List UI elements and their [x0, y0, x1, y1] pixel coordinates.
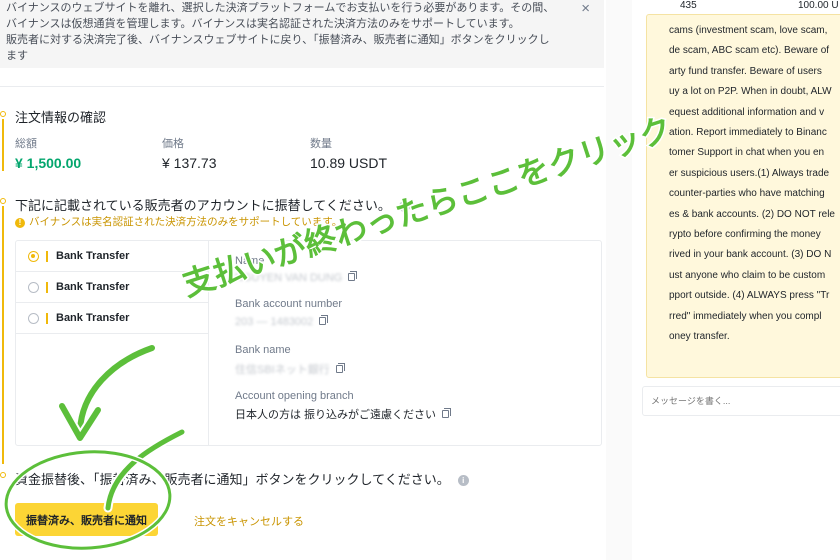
chat-message-line: pport outside. (4) ALWAYS press "Tr	[669, 290, 830, 302]
notice-line: バイナンスは仮想通貨を管理します。バイナンスは実名認証された決済方法のみをサポー…	[6, 18, 520, 30]
chat-panel: 435 100.00 U cams (investment scam, love…	[632, 0, 840, 560]
bank-name-text: 住信SBIネット銀行	[235, 364, 330, 376]
chat-message-line: cams (investment scam, love scam,	[669, 25, 828, 36]
chat-message-bubble: cams (investment scam, love scam, de scam…	[646, 14, 840, 378]
top-value-right: 100.00 U	[798, 0, 839, 11]
notice-line: バイナンスのウェブサイトを離れ、選択した決済プラットフォームでお支払いを行う必要…	[6, 2, 555, 14]
branch-label: Account opening branch	[235, 390, 354, 402]
account-number-text: 203 — 1483002	[235, 316, 314, 328]
chat-top-values: 435 100.00 U	[632, 0, 840, 14]
copy-icon[interactable]	[348, 271, 358, 281]
bank-name-label: Bank name	[235, 344, 291, 356]
step-marker	[0, 472, 6, 478]
chat-message-line: ust anyone who claim to be custom	[669, 269, 826, 281]
chat-message-line: ation. Report immediately to Binanc	[669, 127, 827, 138]
account-number-label: Bank account number	[235, 298, 343, 310]
divider	[0, 86, 604, 87]
payment-method-option[interactable]: Bank Transfer	[16, 272, 208, 303]
payment-method-label: Bank Transfer	[56, 312, 130, 324]
chat-message-line: rypto before confirming the money	[669, 229, 821, 240]
chat-message-line: de scam, ABC scam etc). Beware of	[669, 45, 830, 57]
message-input[interactable]	[642, 386, 840, 416]
order-info-title: 注文情報の確認	[15, 110, 107, 125]
cancel-order-link[interactable]: 注文をキャンセルする	[194, 513, 304, 529]
chat-message-line: tomer Support in chat when you en	[669, 147, 825, 159]
radio-selected-icon[interactable]	[28, 251, 39, 262]
branch-value: 日本人の方は 振り込みがご遠慮ください	[235, 406, 452, 422]
notice-line: ます	[6, 50, 28, 62]
step-connector	[2, 119, 4, 171]
method-accent-bar	[46, 313, 48, 324]
copy-icon[interactable]	[319, 315, 329, 325]
confirm-title-text: 資金振替後、「振替済み、販売者に通知」ボタンをクリックしてください。	[15, 472, 450, 487]
chat-message-line: arty fund transfer. Beware of users	[669, 65, 822, 77]
step-marker	[0, 111, 6, 117]
payment-notice: バイナンスのウェブサイトを離れ、選択した決済プラットフォームでお支払いを行う必要…	[0, 0, 604, 68]
total-value: ¥ 1,500.00	[15, 155, 82, 171]
confirm-title: 資金振替後、「振替済み、販売者に通知」ボタンをクリックしてください。 i	[15, 469, 469, 488]
chat-message-line: oney transfer.	[669, 331, 730, 342]
radio-icon[interactable]	[28, 282, 39, 293]
chat-message-line: er suspicious users.(1) Always trade	[669, 167, 830, 179]
payment-method-option[interactable]: Bank Transfer	[16, 303, 208, 334]
quantity-label: 数量	[310, 138, 332, 150]
bank-name-value: 住信SBIネット銀行	[235, 361, 345, 377]
payment-method-label: Bank Transfer	[56, 250, 130, 262]
radio-icon[interactable]	[28, 313, 39, 324]
branch-text: 日本人の方は 振り込みがご遠慮ください	[235, 409, 437, 421]
quantity-value: 10.89 USDT	[310, 155, 388, 171]
chat-message-line: counter-parties who have matching	[669, 188, 825, 200]
total-label: 総額	[15, 138, 37, 150]
chat-message-line: rived in your bank account. (3) DO N	[669, 249, 832, 261]
top-value-left: 435	[680, 0, 697, 11]
transferred-notify-button[interactable]: 振替済み、販売者に通知	[15, 503, 158, 536]
price-value: ¥ 137.73	[162, 155, 217, 171]
step-marker	[0, 198, 6, 204]
account-number-value: 203 — 1483002	[235, 315, 329, 328]
step-connector	[2, 206, 4, 464]
payment-method-label: Bank Transfer	[56, 281, 130, 293]
price-label: 価格	[162, 138, 184, 150]
order-panel: バイナンスのウェブサイトを離れ、選択した決済プラットフォームでお支払いを行う必要…	[0, 0, 606, 560]
copy-icon[interactable]	[442, 408, 452, 418]
payment-details-box: Bank Transfer Bank Transfer Bank Transfe…	[15, 240, 602, 446]
close-icon[interactable]: ×	[581, 0, 590, 17]
method-accent-bar	[46, 282, 48, 293]
chat-message-line: es & bank accounts. (2) DO NOT rele	[669, 208, 835, 220]
chat-message-line: rred" immediately when you compl	[669, 310, 822, 322]
copy-icon[interactable]	[335, 363, 345, 373]
chat-message-line: uy a lot on P2P. When in doubt, ALW	[669, 86, 832, 98]
notice-line: 販売者に対する決済完了後、バイナンスウェブサイトに戻り、「振替済み、販売者に通知…	[6, 34, 550, 46]
info-icon[interactable]: i	[457, 475, 469, 486]
method-accent-bar	[46, 251, 48, 262]
warning-icon: !	[15, 218, 25, 228]
chat-message-line: equest additional information and v	[669, 106, 825, 118]
